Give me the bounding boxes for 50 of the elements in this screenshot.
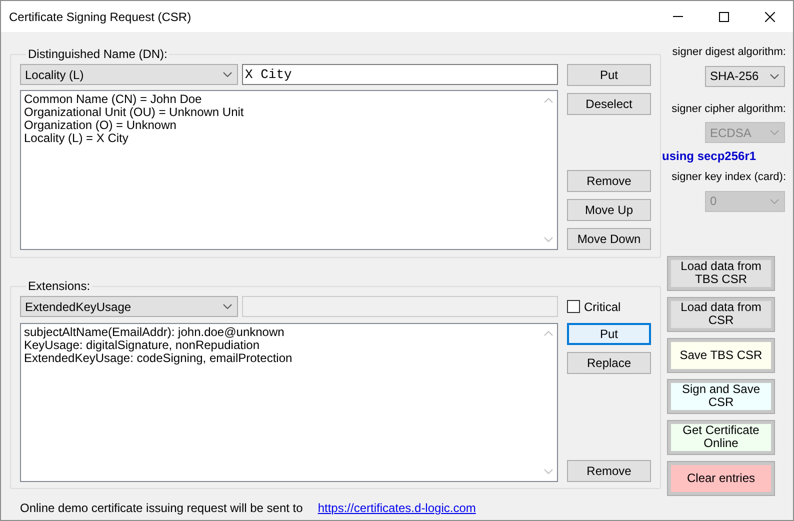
close-icon <box>765 12 775 22</box>
list-item[interactable]: ExtendedKeyUsage: codeSigning, emailProtection <box>24 352 292 365</box>
action-button[interactable]: Load data from CSR <box>668 298 774 330</box>
button[interactable]: Put <box>567 323 651 345</box>
dropdown[interactable]: SHA-256 <box>705 66 785 86</box>
action-button[interactable]: Clear entries <box>668 462 774 494</box>
checkbox[interactable] <box>567 300 580 313</box>
chevron-down-icon <box>770 74 779 78</box>
list-item[interactable]: Locality (L) = X City <box>24 132 128 145</box>
chevron-down-icon <box>223 72 232 77</box>
group-title: Distinguished Name (DN): <box>27 46 168 63</box>
button[interactable]: Move Down <box>567 228 651 250</box>
minimize-icon <box>673 16 683 17</box>
button[interactable]: Put <box>567 64 651 86</box>
certificates-link[interactable]: https://certificates.d-logic.com <box>318 499 476 517</box>
footer-text: Online demo certificate issuing request will be sent to <box>20 500 303 517</box>
field-label: signer digest algorithm: <box>672 45 786 60</box>
button[interactable]: Deselect <box>567 93 651 115</box>
action-button[interactable]: Save TBS CSR <box>668 338 774 372</box>
button[interactable]: Move Up <box>567 199 651 221</box>
list-item[interactable]: Organizational Unit (OU) = Unknown Unit <box>24 106 244 119</box>
group-title: Extensions: <box>27 278 92 295</box>
field-label: signer key index (card): <box>672 170 786 185</box>
button[interactable]: Remove <box>567 170 651 192</box>
list-item[interactable]: Organization (O) = Unknown <box>24 119 176 132</box>
maximize-icon <box>719 12 729 22</box>
curve-note: using secp256r1 <box>662 148 756 165</box>
scroll-up-icon[interactable] <box>544 331 553 336</box>
scroll-up-icon[interactable] <box>544 98 553 103</box>
chevron-down-icon <box>770 198 779 204</box>
checkbox-label: Critical <box>584 298 621 316</box>
scroll-down-icon[interactable] <box>544 237 553 242</box>
action-button[interactable]: Sign and Save CSR <box>668 380 774 412</box>
action-button[interactable]: Get Certificate Online <box>668 420 774 454</box>
list-item[interactable]: Common Name (CN) = John Doe <box>24 93 202 106</box>
action-button[interactable]: Load data from TBS CSR <box>668 256 774 290</box>
dropdown[interactable]: Locality (L) <box>20 64 238 85</box>
window-title: Certificate Signing Request (CSR) <box>9 8 192 26</box>
chevron-down-icon <box>223 304 232 309</box>
list-box[interactable]: subjectAltName(EmailAddr): john.doe@unknown KeyUsage: digitalSignature, nonRepudiation ExtendedKeyUsage: codeSigning, emailProtection <box>20 323 558 482</box>
chevron-down-icon <box>770 130 779 135</box>
button[interactable]: Remove <box>567 460 651 482</box>
field-label: signer cipher algorithm: <box>672 102 786 116</box>
text-field[interactable]: X City <box>242 64 558 85</box>
scroll-down-icon[interactable] <box>544 469 553 474</box>
list-item[interactable]: subjectAltName(EmailAddr): john.doe@unknown <box>24 326 284 339</box>
button[interactable]: Replace <box>567 352 651 374</box>
list-item[interactable]: KeyUsage: digitalSignature, nonRepudiation <box>24 339 260 352</box>
list-box[interactable]: Common Name (CN) = John Doe Organizational Unit (OU) = Unknown Unit Organization (O) = Unknown Locality (L) = X City <box>20 90 558 250</box>
dropdown[interactable]: ExtendedKeyUsage <box>20 296 238 317</box>
